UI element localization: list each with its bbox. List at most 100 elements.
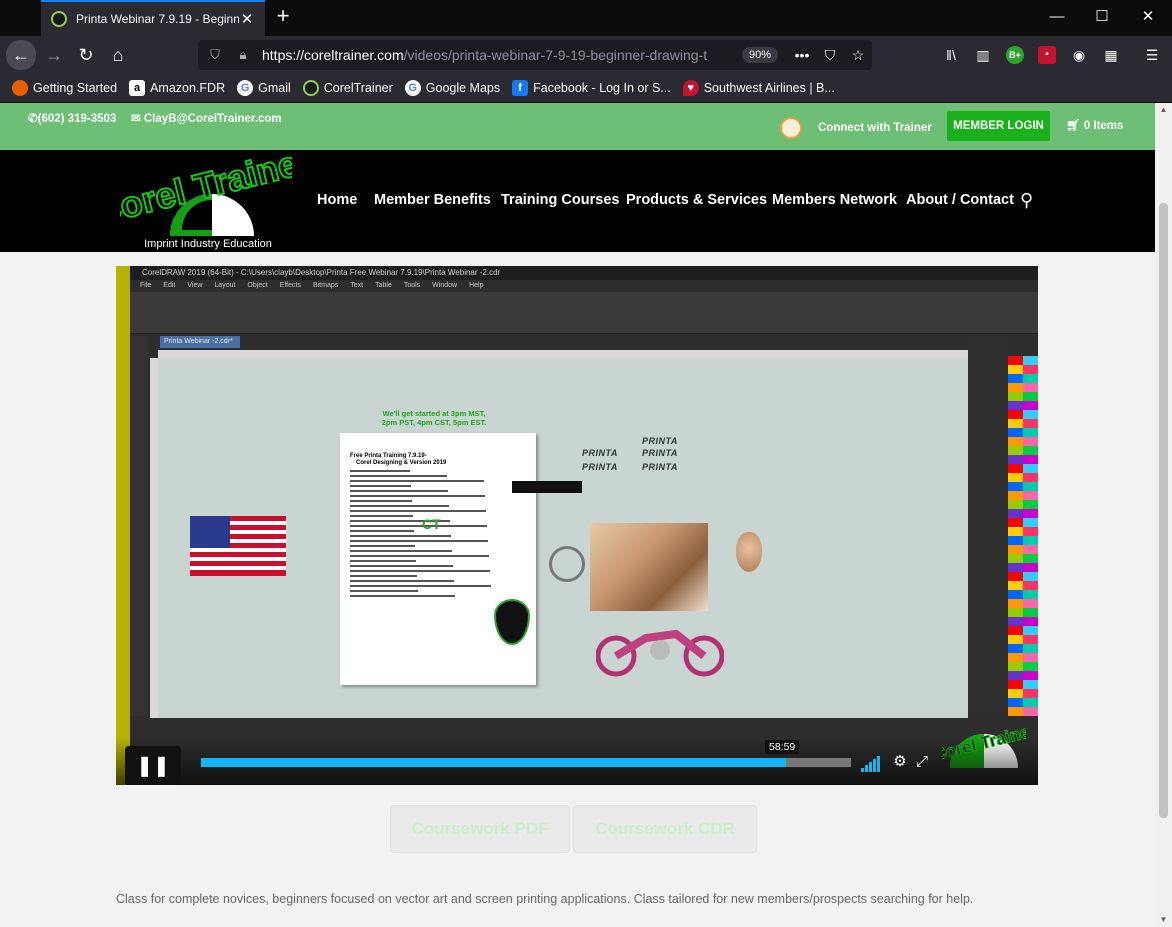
new-tab-button[interactable]: + — [272, 5, 294, 28]
tab-bar: Printa Webinar 7.9.19 - Beginner ✕ + — ☐… — [0, 0, 1172, 36]
tab-title: Printa Webinar 7.9.19 - Beginner — [76, 12, 239, 26]
member-login-button[interactable]: MEMBER LOGIN — [947, 111, 1050, 141]
printa-logo-1: PRINTA — [582, 448, 618, 458]
maximize-icon[interactable]: ☐ — [1091, 6, 1113, 28]
printa-logo-4: PRINTA — [582, 462, 618, 472]
amazon-icon: a — [129, 80, 146, 96]
course-description: Class for complete novices, beginners fo… — [116, 892, 974, 906]
site-logo[interactable]: Corel Trainer Imprint Industry Education — [89, 138, 317, 250]
vertical-ruler — [150, 358, 158, 718]
motorcycle-image — [596, 629, 724, 677]
flower-icon — [780, 117, 802, 139]
extensions-icon[interactable]: ▦ — [1102, 46, 1120, 64]
account-icon[interactable]: ◉ — [1070, 46, 1088, 64]
lock-icon[interactable]: 🔒︎ — [234, 46, 252, 64]
southwest-icon: ♥ — [682, 80, 699, 96]
close-window-icon[interactable]: ✕ — [1137, 6, 1159, 28]
nav-training-courses[interactable]: Training Courses — [501, 192, 619, 208]
helm-graphic — [549, 546, 585, 582]
extension-b-icon[interactable]: B+ — [1006, 46, 1024, 64]
scroll-up-icon[interactable]: ▲ — [1155, 103, 1172, 117]
google-icon: G — [404, 80, 421, 96]
hamburger-menu-icon[interactable]: ☰ — [1143, 46, 1161, 64]
cart-link[interactable]: 🛒︎ 0 Items — [1066, 118, 1123, 132]
search-icon[interactable]: ⚲ — [1020, 190, 1040, 210]
settings-gear-icon[interactable]: ⚙ — [890, 753, 910, 771]
bookmark-coreltrainer[interactable]: CorelTrainer — [302, 80, 393, 96]
more-actions-icon[interactable]: ••• — [788, 47, 816, 63]
color-palette — [1008, 356, 1038, 716]
scrollbar-thumb[interactable] — [1159, 203, 1168, 818]
coreltrainer-favicon-icon — [51, 11, 67, 27]
nav-members-network[interactable]: Members Network — [772, 192, 897, 208]
web-page: ✆(602) 319-3503 ✉ ClayB@CorelTrainer.com… — [0, 103, 1155, 927]
shield-icon[interactable]: ⛉ — [206, 46, 224, 64]
minimize-icon[interactable]: — — [1046, 6, 1068, 28]
coreldraw-title-bar: CorelDRAW 2019 (64-Bit) - C:\Users\clayb… — [130, 266, 1038, 280]
scroll-down-icon[interactable]: ▼ — [1155, 913, 1172, 927]
horizontal-ruler — [158, 350, 968, 358]
pause-button[interactable]: ❚❚ — [125, 746, 181, 785]
zoom-level[interactable]: 90% — [741, 47, 778, 63]
video-left-edge — [116, 266, 130, 785]
video-player[interactable]: CorelDRAW 2019 (64-Bit) - C:\Users\clayb… — [116, 266, 1038, 785]
google-icon: G — [237, 80, 254, 96]
site-header: Corel Trainer Imprint Industry Education… — [0, 138, 1155, 252]
progress-bar[interactable] — [200, 757, 852, 768]
fullscreen-icon[interactable]: ⤢ — [912, 753, 932, 771]
extension-pocket-icon[interactable]: ▪ — [1038, 46, 1056, 64]
email-link[interactable]: ✉ ClayB@CorelTrainer.com — [131, 111, 282, 125]
bookmarks-bar: Getting Started a Amazon.FDR G Gmail Corel… — [0, 74, 1172, 103]
bookmark-google-maps[interactable]: G Google Maps — [404, 80, 500, 96]
time-tooltip: 58:59 — [765, 740, 800, 754]
american-flag-image — [190, 516, 286, 576]
face-cutout — [736, 532, 762, 572]
navigation-bar: ← → ↻ ⌂ ⛉ 🔒︎ https://coreltrainer.com/vi… — [0, 36, 1172, 74]
bookmark-getting-started[interactable]: Getting Started — [12, 80, 117, 96]
coreldraw-menu-bar: File Edit View Layout Object Effects Bitmaps Te… — [130, 280, 1038, 292]
reload-button[interactable]: ↻ — [72, 41, 100, 69]
url-text[interactable]: https://coreltrainer.com/videos/printa-w… — [262, 47, 742, 63]
nav-home[interactable]: Home — [317, 192, 357, 208]
forward-button[interactable]: → — [40, 41, 68, 69]
group-photo — [590, 523, 708, 611]
volume-icon[interactable] — [861, 754, 883, 772]
pocket-icon[interactable]: ⛉ — [816, 47, 844, 64]
url-bar[interactable]: ⛉ 🔒︎ https://coreltrainer.com/videos/pri… — [198, 40, 872, 70]
page-scrollbar[interactable]: ▲ ▼ — [1155, 103, 1172, 927]
progress-fill — [201, 758, 786, 767]
coreldraw-toolbar — [130, 292, 1038, 334]
coreldraw-document-tab: Printa Webinar -2.cdr* — [160, 336, 240, 348]
training-document: Free Printa Training 7.9.19- Corel Desig… — [340, 433, 536, 685]
ct-logo: CT — [422, 516, 441, 532]
bookmark-gmail[interactable]: G Gmail — [237, 80, 291, 96]
svg-text:Imprint Industry Education: Imprint Industry Education — [144, 238, 272, 250]
back-button[interactable]: ← — [6, 40, 36, 70]
firefox-icon — [12, 80, 28, 96]
sidebar-icon[interactable]: ▥ — [974, 46, 992, 64]
library-icon[interactable]: ‖\ — [942, 46, 960, 64]
nav-member-benefits[interactable]: Member Benefits — [374, 192, 491, 208]
printa-logo-2: PRINTA — [642, 436, 678, 446]
nav-about-contact[interactable]: About / Contact — [906, 192, 1014, 208]
home-button[interactable]: ⌂ — [104, 41, 132, 69]
video-controls: ❚❚ 58:59 ⚙ ⤢ — [116, 738, 1038, 785]
printa-logo-5: PRINTA — [642, 462, 678, 472]
close-tab-icon[interactable]: ✕ — [239, 10, 255, 28]
bookmark-facebook[interactable]: f Facebook - Log In or S... — [512, 80, 671, 96]
coreltrainer-icon — [302, 80, 319, 96]
nav-products-services[interactable]: Products & Services — [626, 192, 767, 208]
printa-logo-3: PRINTA — [642, 448, 678, 458]
bookmark-star-icon[interactable]: ☆ — [844, 47, 872, 64]
coursework-cdr-button[interactable]: Coursework CDR — [573, 805, 757, 853]
coreldraw-toolbox — [130, 336, 148, 716]
coursework-pdf-button[interactable]: Coursework PDF — [390, 805, 570, 853]
phone-link[interactable]: ✆(602) 319-3503 — [28, 111, 116, 125]
printa-black-logo — [512, 481, 582, 493]
contact-bar: ✆(602) 319-3503 ✉ ClayB@CorelTrainer.com… — [0, 103, 1155, 150]
bookmark-amazon[interactable]: a Amazon.FDR — [129, 80, 225, 96]
connect-with-trainer-link[interactable]: Connect with Trainer — [780, 117, 932, 139]
bookmark-southwest[interactable]: ♥ Southwest Airlines | B... — [682, 80, 835, 96]
canvas-start-note: We'll get started at 3pm MST, 2pm PST, 4… — [381, 409, 487, 427]
active-tab[interactable]: Printa Webinar 7.9.19 - Beginner ✕ — [41, 0, 265, 36]
